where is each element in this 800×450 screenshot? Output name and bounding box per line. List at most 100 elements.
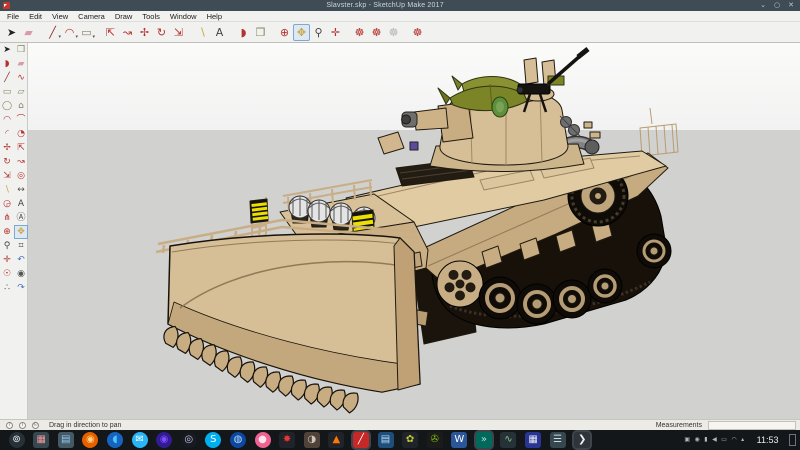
maximize-button[interactable]: ○ <box>774 0 780 11</box>
settings-sliders-icon[interactable]: ☰ <box>550 432 566 448</box>
system-monitor-icon[interactable]: ∿ <box>500 432 516 448</box>
extension-c-tool-button[interactable]: ☸ <box>385 24 402 41</box>
firefox-icon[interactable]: ◉ <box>82 432 98 448</box>
shapes-tool-button[interactable]: ▭ ▾ <box>78 24 95 41</box>
minimize-button[interactable]: ⌄ <box>760 0 766 11</box>
menu-item[interactable]: Edit <box>24 11 47 22</box>
menu-item[interactable]: Draw <box>110 11 138 22</box>
orbit-tool-button[interactable]: ⊕ <box>276 24 293 41</box>
look-around-tool[interactable]: ◉ <box>14 267 28 281</box>
follow-me-tool-button[interactable]: ↝ <box>119 24 136 41</box>
menu-item[interactable]: View <box>47 11 73 22</box>
display-tray-icon[interactable]: ▭ <box>721 430 727 450</box>
two-point-arc-tool[interactable]: ⌒ <box>14 113 28 127</box>
rotate-tool-button[interactable]: ↻ <box>153 24 170 41</box>
rectangle-tool[interactable]: ▭ <box>0 85 14 99</box>
freehand-tool[interactable]: ∿ <box>14 71 28 85</box>
menu-item[interactable]: Window <box>165 11 202 22</box>
close-button[interactable]: ✕ <box>788 0 794 11</box>
nvidia-icon[interactable]: ✇ <box>427 432 443 448</box>
update-tray-icon[interactable]: ◉ <box>695 430 700 450</box>
eraser-tool-button[interactable]: ▰ <box>20 24 37 41</box>
menu-item[interactable]: File <box>2 11 24 22</box>
axes-tool[interactable]: ⋔ <box>0 211 14 225</box>
tape-measure-tool[interactable]: ∖ <box>0 183 14 197</box>
browser-icon[interactable]: ◍ <box>230 432 246 448</box>
mail-icon[interactable]: ✉ <box>132 432 148 448</box>
pan-tool[interactable]: ✥ <box>14 225 28 239</box>
walk-tool[interactable]: ∴ <box>0 281 14 295</box>
office-icon[interactable]: ▤ <box>378 432 394 448</box>
terminal-icon[interactable]: ❯ <box>574 432 590 448</box>
credits-help-icon[interactable]: © <box>32 422 39 429</box>
scale-tool[interactable]: ⇲ <box>0 169 14 183</box>
paint-bucket-tool-button[interactable]: ◗ <box>235 24 252 41</box>
orbit-tool[interactable]: ⊕ <box>0 225 14 239</box>
dimensions-tool[interactable]: ↔ <box>14 183 28 197</box>
text-tool[interactable]: A <box>14 197 28 211</box>
make-component-tool-button[interactable]: ❒ <box>252 24 269 41</box>
vlc-icon[interactable]: ▲ <box>328 432 344 448</box>
three-d-text-tool[interactable]: Ⓐ <box>14 211 28 225</box>
text-tool-button[interactable]: A <box>211 24 228 41</box>
offset-tool[interactable]: ◎ <box>14 169 28 183</box>
select-tool-button[interactable]: ➤ <box>3 24 20 41</box>
menu-item[interactable]: Tools <box>137 11 165 22</box>
titlebar[interactable]: Slavster.skp - SketchUp Make 2017 ⌄ ○ ✕ <box>0 0 800 11</box>
edge-icon[interactable]: ◖ <box>107 432 123 448</box>
pan-tool-button[interactable]: ✥ <box>293 24 310 41</box>
expand-tray-icon[interactable]: ▴ <box>741 430 744 450</box>
app-menu-icon[interactable]: ⊚ <box>9 432 25 448</box>
arc-tool[interactable]: ◠ <box>0 113 14 127</box>
extension-d-tool-button[interactable]: ☸ <box>409 24 426 41</box>
display-settings-icon[interactable]: ▦ <box>33 432 49 448</box>
network-tray-icon[interactable]: ◠ <box>731 430 736 450</box>
extension-a-tool-button[interactable]: ☸ <box>351 24 368 41</box>
libreoffice-icon[interactable]: ✿ <box>402 432 418 448</box>
steam-icon[interactable]: ◎ <box>181 432 197 448</box>
measurements-input[interactable] <box>708 421 796 430</box>
menu-item[interactable]: Camera <box>73 11 110 22</box>
tape-measure-tool-button[interactable]: ∖ <box>194 24 211 41</box>
protractor-tool[interactable]: ◶ <box>0 197 14 211</box>
taskbar-clock[interactable]: 11:53 <box>757 435 779 445</box>
pie-tool[interactable]: ◔ <box>14 127 28 141</box>
line-tool-button[interactable]: ╱ ▾ <box>44 24 61 41</box>
rotate-tool[interactable]: ↻ <box>0 155 14 169</box>
word-icon[interactable]: W <box>451 432 467 448</box>
line-tool[interactable]: ╱ <box>0 71 14 85</box>
red-app-icon[interactable]: ✸ <box>279 432 295 448</box>
menu-item[interactable]: Help <box>202 11 227 22</box>
paint-bucket-tool[interactable]: ◗ <box>0 57 14 71</box>
zoom-tool[interactable]: ⚲ <box>0 239 14 253</box>
volume-tray-icon[interactable]: ◀ <box>712 430 717 450</box>
circle-tool[interactable]: ◯ <box>0 99 14 113</box>
instructor-help-icon[interactable]: ? <box>6 422 13 429</box>
clipboard-tray-icon[interactable]: ▣ <box>684 430 690 450</box>
previous-view-tool[interactable]: ↶ <box>14 253 28 267</box>
next-view-tool[interactable]: ↷ <box>14 281 28 295</box>
eraser-tool[interactable]: ▰ <box>14 57 28 71</box>
push-pull-tool[interactable]: ⇱ <box>14 141 28 155</box>
scale-tool-button[interactable]: ⇲ <box>170 24 187 41</box>
follow-me-tool[interactable]: ↝ <box>14 155 28 169</box>
zoom-tool-button[interactable]: ⚲ <box>310 24 327 41</box>
three-point-arc-tool[interactable]: ◜ <box>0 127 14 141</box>
gimp-icon[interactable]: ◑ <box>304 432 320 448</box>
store-icon[interactable]: » <box>476 432 492 448</box>
position-camera-tool[interactable]: ☉ <box>0 267 14 281</box>
zoom-extents-tool-button[interactable]: ✛ <box>327 24 344 41</box>
push-pull-tool-button[interactable]: ⇱ <box>102 24 119 41</box>
battery-tray-icon[interactable]: ▮ <box>704 430 707 450</box>
zoom-extents-tool[interactable]: ✛ <box>0 253 14 267</box>
polygon-tool[interactable]: ⌂ <box>14 99 28 113</box>
calculator-icon[interactable]: ▦ <box>525 432 541 448</box>
extension-b-tool-button[interactable]: ☸ <box>368 24 385 41</box>
make-component-tool[interactable]: ❒ <box>14 43 28 57</box>
rotated-rectangle-tool[interactable]: ▱ <box>14 85 28 99</box>
select-tool[interactable]: ➤ <box>0 43 14 57</box>
drawing-viewport[interactable] <box>28 43 800 419</box>
file-manager-icon[interactable]: ▤ <box>58 432 74 448</box>
move-tool-button[interactable]: ✢ <box>136 24 153 41</box>
show-desktop-button[interactable] <box>789 434 796 446</box>
